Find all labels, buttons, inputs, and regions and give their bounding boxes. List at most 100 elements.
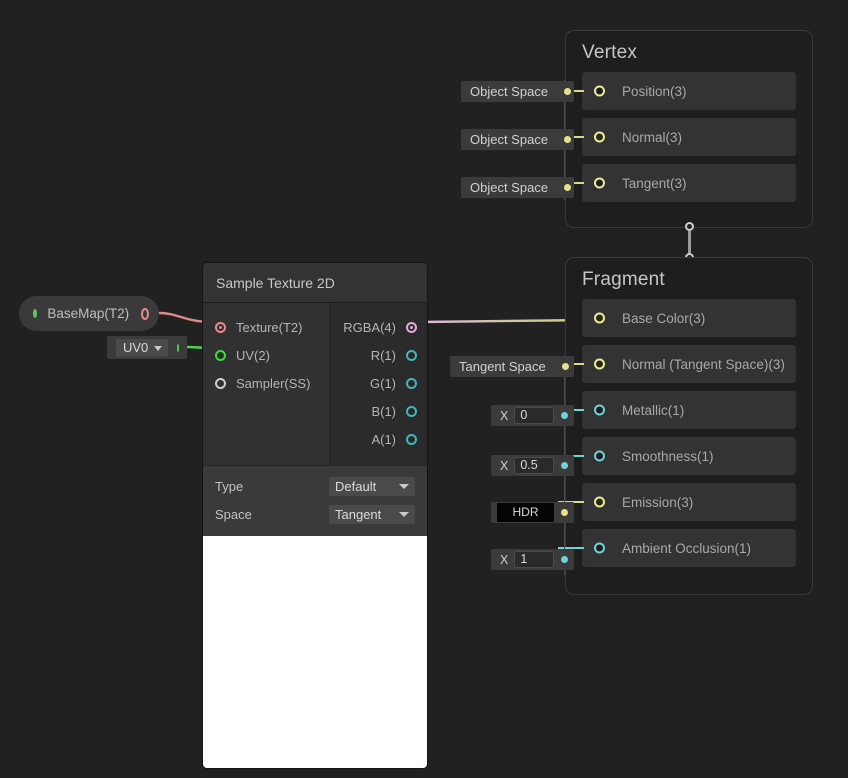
port-row-texture[interactable]: Texture(T2): [203, 313, 329, 341]
sample-texture-outputs: RGBA(4) R(1) G(1) B(1) A(1): [330, 303, 427, 465]
uv-input-port[interactable]: [215, 349, 226, 361]
fragment-row-smoothness[interactable]: Smoothness(1): [558, 437, 796, 475]
port-row-b[interactable]: B(1): [330, 397, 427, 425]
basemap-output-port[interactable]: [141, 307, 149, 320]
fragment-ao-axis-label: X: [500, 552, 509, 567]
g-output-label: G(1): [370, 375, 396, 391]
uv-input-label: UV(2): [236, 347, 270, 363]
sampler-input-port[interactable]: [215, 377, 226, 389]
b-output-label: B(1): [371, 403, 396, 419]
fragment-row-metallic[interactable]: Metallic(1): [558, 391, 796, 429]
port-row-a[interactable]: A(1): [330, 425, 427, 453]
fragment-block-title: Fragment: [582, 269, 665, 290]
vertex-normal-space-dropdown[interactable]: Object Space: [461, 129, 574, 150]
fragment-row-emission[interactable]: Emission(3): [558, 483, 796, 521]
uv-channel-value: UV0: [123, 339, 149, 355]
type-setting-value: Default: [335, 478, 377, 494]
vertex-row-normal[interactable]: Normal(3): [558, 118, 796, 156]
b-output-port[interactable]: [406, 405, 417, 417]
chevron-down-icon: [154, 345, 163, 351]
port-row-uv[interactable]: UV(2): [203, 341, 329, 369]
fragment-emission-hdr-swatch[interactable]: HDR: [497, 503, 554, 522]
port-row-rgba[interactable]: RGBA(4): [330, 313, 427, 341]
vertex-tangent-space-dropdown[interactable]: Object Space: [461, 177, 574, 198]
fragment-smoothness-widget-dot: [561, 462, 568, 469]
space-setting-value: Tangent: [335, 506, 382, 522]
fragment-context-block[interactable]: Fragment Base Color(3) Normal (Tangent S…: [558, 257, 813, 595]
shader-graph-canvas[interactable]: Vertex Position(3) Normal(3) Tangent(3) …: [0, 0, 848, 778]
setting-row-space: Space Tangent: [215, 502, 415, 526]
fragment-emission-label: Emission(3): [622, 494, 694, 510]
vertex-context-block[interactable]: Vertex Position(3) Normal(3) Tangent(3): [558, 30, 813, 228]
fragment-smoothness-value-field[interactable]: X 0.5: [491, 455, 574, 476]
sample-texture-inputs: Texture(T2) UV(2) Sampler(SS): [203, 303, 330, 465]
vertex-position-widget-dot: [564, 88, 572, 95]
fragment-normal-space-dropdown[interactable]: Tangent Space: [450, 356, 574, 377]
a-output-port[interactable]: [406, 433, 417, 445]
vertex-tangent-widget-dot: [564, 184, 572, 191]
vertex-position-space-value: Object Space: [470, 84, 549, 99]
fragment-base-color-port[interactable]: [594, 312, 605, 324]
vertex-normal-space-value: Object Space: [470, 132, 549, 147]
sample-texture-ports: Texture(T2) UV(2) Sampler(SS) RGBA(4) R(: [203, 303, 427, 465]
fragment-row-ambient-occlusion[interactable]: Ambient Occlusion(1): [558, 529, 796, 567]
fragment-ao-port[interactable]: [594, 542, 605, 554]
basemap-label: BaseMap(T2): [47, 306, 130, 321]
fragment-row-base-color[interactable]: Base Color(3): [582, 299, 796, 337]
uv-channel-node[interactable]: UV0: [107, 336, 187, 359]
fragment-metallic-value-field[interactable]: X 0: [491, 405, 574, 426]
vertex-normal-port[interactable]: [594, 131, 605, 143]
vertex-normal-widget-dot: [564, 136, 572, 143]
fragment-smoothness-label: Smoothness(1): [622, 448, 714, 464]
fragment-rows: Base Color(3) Normal (Tangent Space)(3) …: [558, 299, 812, 581]
chevron-down-icon: [399, 511, 409, 517]
fragment-metallic-number-input[interactable]: 0: [514, 407, 554, 424]
port-row-g[interactable]: G(1): [330, 369, 427, 397]
rgba-output-port[interactable]: [406, 321, 417, 333]
setting-row-type: Type Default: [215, 474, 415, 498]
texture-input-port[interactable]: [215, 321, 226, 333]
fragment-ao-value-field[interactable]: X 1: [491, 549, 574, 570]
fragment-ao-widget-dot: [561, 556, 568, 563]
fragment-metallic-widget-dot: [561, 412, 568, 419]
fragment-metallic-port[interactable]: [594, 404, 605, 416]
fragment-ao-number-input[interactable]: 1: [514, 551, 554, 568]
port-row-sampler[interactable]: Sampler(SS): [203, 369, 329, 397]
basemap-property-node[interactable]: BaseMap(T2): [19, 296, 159, 331]
vertex-row-tangent[interactable]: Tangent(3): [558, 164, 796, 202]
vertex-position-space-dropdown[interactable]: Object Space: [461, 81, 574, 102]
fragment-smoothness-port[interactable]: [594, 450, 605, 462]
sampler-input-label: Sampler(SS): [236, 375, 311, 391]
sample-texture-preview[interactable]: [203, 536, 427, 768]
fragment-smoothness-number-input[interactable]: 0.5: [514, 457, 554, 474]
vertex-rows: Position(3) Normal(3) Tangent(3): [558, 72, 812, 216]
fragment-smoothness-axis-label: X: [500, 458, 509, 473]
block-connector-line: [688, 231, 691, 255]
vertex-tangent-label: Tangent(3): [622, 175, 687, 191]
fragment-metallic-label: Metallic(1): [622, 402, 685, 418]
uv-channel-dropdown[interactable]: UV0: [116, 338, 169, 357]
vertex-normal-label: Normal(3): [622, 129, 683, 145]
sample-texture-2d-node[interactable]: Sample Texture 2D Texture(T2) UV(2) Samp…: [202, 262, 428, 769]
chevron-down-icon: [399, 483, 409, 489]
fragment-normal-port[interactable]: [594, 358, 605, 370]
space-setting-dropdown[interactable]: Tangent: [329, 504, 415, 524]
fragment-metallic-axis-label: X: [500, 408, 509, 423]
vertex-row-position[interactable]: Position(3): [558, 72, 796, 110]
vertex-position-port[interactable]: [594, 85, 605, 97]
uv-output-dot: [177, 343, 179, 352]
block-connector-top-dot[interactable]: [685, 222, 694, 231]
fragment-emission-port[interactable]: [594, 496, 605, 508]
vertex-tangent-space-value: Object Space: [470, 180, 549, 195]
fragment-emission-color-field[interactable]: HDR: [491, 502, 574, 523]
vertex-tangent-port[interactable]: [594, 177, 605, 189]
r-output-port[interactable]: [406, 349, 417, 361]
g-output-port[interactable]: [406, 377, 417, 389]
fragment-ao-label: Ambient Occlusion(1): [622, 540, 752, 556]
type-setting-label: Type: [215, 478, 244, 494]
vertex-block-title: Vertex: [582, 42, 638, 63]
port-row-r[interactable]: R(1): [330, 341, 427, 369]
fragment-row-normal[interactable]: Normal (Tangent Space)(3): [558, 345, 796, 383]
sample-texture-node-title: Sample Texture 2D: [203, 263, 427, 303]
type-setting-dropdown[interactable]: Default: [329, 476, 415, 496]
